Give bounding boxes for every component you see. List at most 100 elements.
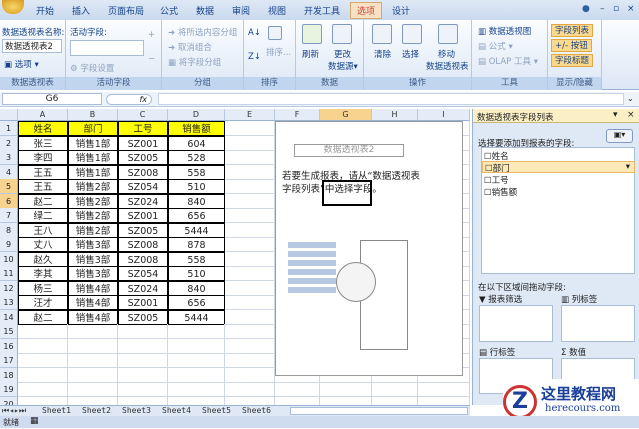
sort-asc-icon[interactable]: A↓ — [248, 28, 261, 38]
ungroup-button[interactable]: ➜ 取消组合 — [168, 41, 212, 53]
pivot-name-input[interactable]: 数据透视表2 — [2, 39, 62, 53]
cell[interactable] — [225, 338, 275, 354]
cell[interactable]: 丈八 — [18, 237, 68, 252]
cell[interactable] — [225, 222, 275, 238]
sheet-tab-6[interactable]: Sheet6 — [242, 406, 271, 415]
row-header[interactable]: 1 — [0, 121, 18, 136]
refresh-button[interactable]: 刷新 — [302, 48, 319, 60]
sheet-tab-3[interactable]: Sheet3 — [122, 406, 151, 415]
cell[interactable]: SZ005 — [118, 150, 168, 165]
formula-input[interactable] — [158, 93, 624, 105]
cell[interactable] — [118, 396, 168, 405]
cell[interactable]: 赵二 — [18, 309, 68, 325]
select-all-corner[interactable] — [0, 109, 18, 121]
group-selection-button[interactable]: ➜ 将所选内容分组 — [168, 26, 237, 38]
field-list-toggle[interactable]: 字段列表 — [551, 24, 594, 37]
report-filter-area[interactable] — [479, 305, 553, 342]
row-header[interactable]: 10 — [0, 251, 18, 267]
cell[interactable] — [118, 382, 168, 397]
cell[interactable]: 姓名 — [18, 121, 68, 136]
cell[interactable]: 656 — [168, 208, 225, 223]
row-header[interactable]: 14 — [0, 309, 18, 325]
row-header[interactable]: 4 — [0, 164, 18, 180]
cell[interactable]: 558 — [168, 164, 225, 180]
cell[interactable] — [118, 353, 168, 368]
tab-view[interactable]: 视图 — [268, 4, 286, 17]
close-icon[interactable]: × — [627, 4, 635, 14]
active-field-input[interactable] — [70, 40, 144, 56]
field-headers-toggle[interactable]: 字段标题 — [551, 54, 594, 67]
column-header-F[interactable]: F — [275, 109, 320, 121]
cell[interactable]: 558 — [168, 251, 225, 267]
cell[interactable] — [372, 396, 418, 405]
cell[interactable] — [225, 164, 275, 180]
cell[interactable] — [225, 193, 275, 209]
row-header[interactable]: 16 — [0, 338, 18, 354]
cell[interactable]: 销售3部 — [68, 251, 118, 267]
restore-icon[interactable]: ▫ — [613, 4, 619, 14]
cell[interactable]: 840 — [168, 193, 225, 209]
cell[interactable] — [320, 382, 372, 397]
pivot-table-placeholder[interactable]: 数据透视表2 若要生成报表，请从“数据透视表字段列表”中选择字段。 — [275, 121, 463, 376]
cell[interactable] — [225, 324, 275, 339]
column-header-E[interactable]: E — [225, 109, 275, 121]
formulas-button[interactable]: ▤ 公式 ▾ — [478, 40, 513, 52]
sort-button[interactable]: 排序... — [266, 46, 291, 58]
row-header[interactable]: 5 — [0, 179, 18, 194]
cell[interactable] — [225, 150, 275, 165]
cell[interactable]: 销售4部 — [68, 280, 118, 296]
cell[interactable] — [225, 353, 275, 368]
expand-formula-icon[interactable]: ⌄ — [627, 94, 634, 103]
cell[interactable] — [225, 309, 275, 325]
sheet-tab-4[interactable]: Sheet4 — [162, 406, 191, 415]
sort-dialog-icon[interactable] — [268, 26, 282, 40]
tab-home[interactable]: 开始 — [36, 4, 54, 17]
cell[interactable]: 5444 — [168, 222, 225, 238]
move-label[interactable]: 移动 — [438, 48, 455, 60]
tab-page-layout[interactable]: 页面布局 — [108, 4, 144, 17]
field-item-hover[interactable]: ☐部门 ▾ — [482, 161, 635, 174]
cell[interactable]: 绿二 — [18, 208, 68, 223]
cell[interactable]: 汪才 — [18, 295, 68, 310]
tab-design[interactable]: 设计 — [392, 4, 410, 17]
cell[interactable]: 销售4部 — [68, 295, 118, 310]
cell[interactable]: SZ054 — [118, 179, 168, 194]
cell[interactable]: 部门 — [68, 121, 118, 136]
cell[interactable]: 销售3部 — [68, 266, 118, 281]
expand-field-icon[interactable]: + — [148, 30, 155, 40]
row-header[interactable]: 11 — [0, 266, 18, 281]
cell[interactable]: 销售1部 — [68, 164, 118, 180]
cell[interactable]: 528 — [168, 150, 225, 165]
cell[interactable] — [18, 338, 68, 354]
column-header-I[interactable]: I — [418, 109, 470, 121]
cell[interactable] — [18, 367, 68, 383]
cell[interactable] — [68, 382, 118, 397]
cell[interactable]: 销售2部 — [68, 208, 118, 223]
panel-menu-icon[interactable]: ▾ — [613, 110, 618, 120]
cell[interactable] — [68, 324, 118, 339]
column-header-D[interactable]: D — [168, 109, 225, 121]
cell[interactable]: 销售4部 — [68, 309, 118, 325]
row-header[interactable]: 18 — [0, 367, 18, 383]
cell[interactable] — [68, 367, 118, 383]
collapse-field-icon[interactable]: − — [148, 54, 155, 64]
cell[interactable]: SZ005 — [118, 309, 168, 325]
cell[interactable]: SZ008 — [118, 237, 168, 252]
cell[interactable]: 510 — [168, 179, 225, 194]
row-header[interactable]: 8 — [0, 222, 18, 238]
sheet-nav-buttons[interactable]: ⏮◂▸⏭ — [2, 406, 26, 416]
column-header-C[interactable]: C — [118, 109, 168, 121]
column-header-A[interactable]: A — [18, 109, 68, 121]
sort-desc-icon[interactable]: Z↓ — [248, 52, 261, 62]
cell[interactable] — [225, 251, 275, 267]
cell[interactable]: 878 — [168, 237, 225, 252]
cell[interactable] — [118, 338, 168, 354]
cell[interactable] — [168, 367, 225, 383]
cell[interactable] — [18, 396, 68, 405]
cell[interactable]: 赵二 — [18, 193, 68, 209]
cell[interactable]: SZ054 — [118, 266, 168, 281]
cell[interactable]: 赵久 — [18, 251, 68, 267]
cell[interactable]: 销售2部 — [68, 179, 118, 194]
cell[interactable]: 王八 — [18, 222, 68, 238]
worksheet-grid[interactable]: A B C D E F G H I 1 姓名 部门 工号 销售额 2 张三 销售1部 SZ001 604 3 李四 销售1… — [0, 109, 470, 405]
